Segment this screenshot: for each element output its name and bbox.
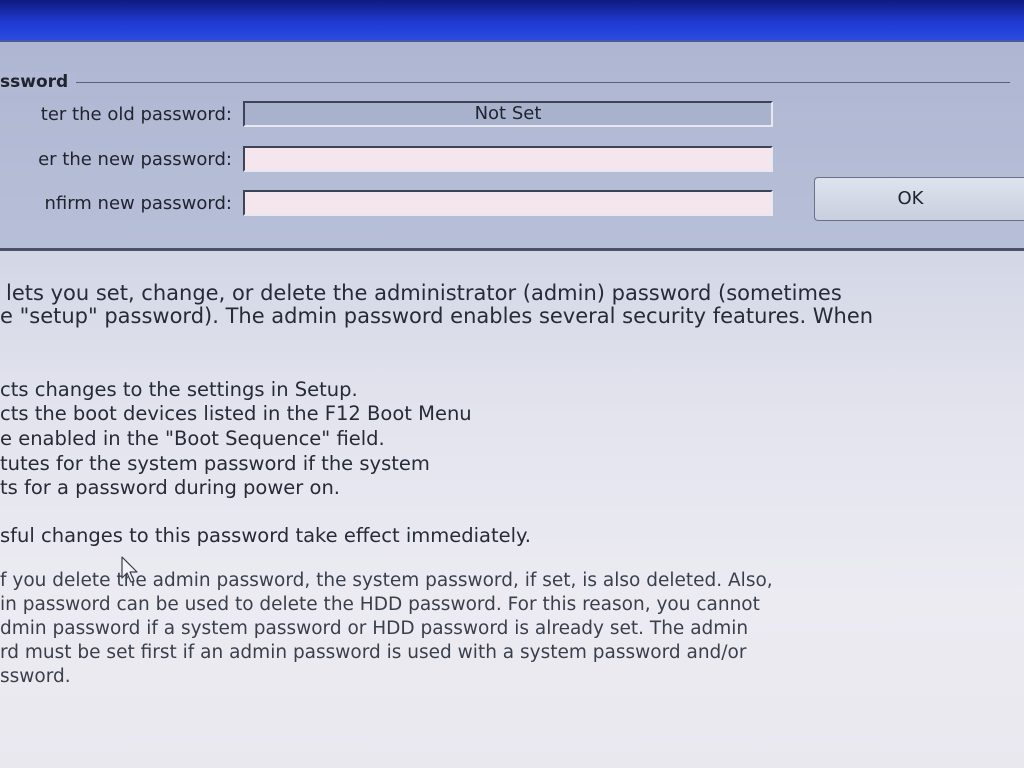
- bios-setup-screen: ssword ter the old password: Not Set er …: [0, 0, 1024, 768]
- help-warning-line: rd must be set first if an admin passwor…: [0, 642, 747, 663]
- help-warning-line: f you delete the admin password, the sys…: [0, 570, 773, 591]
- help-feature-line: e enabled in the "Boot Sequence" field.: [0, 427, 385, 450]
- new-password-label: er the new password:: [0, 149, 232, 170]
- help-intro-line: e "setup" password). The admin password …: [0, 304, 874, 328]
- confirm-password-label: nfirm new password:: [0, 193, 232, 214]
- help-warning-line: in password can be used to delete the HD…: [0, 594, 760, 615]
- new-password-label-text: er the new password:: [38, 149, 232, 170]
- help-feature-line: cts changes to the settings in Setup.: [0, 378, 358, 401]
- group-box-legend: ssword: [0, 72, 77, 92]
- old-password-label-text: ter the old password:: [40, 104, 232, 125]
- help-note-line: sful changes to this password take effec…: [0, 524, 532, 547]
- old-password-field[interactable]: Not Set: [243, 101, 773, 127]
- help-intro-line: lets you set, change, or delete the admi…: [6, 281, 842, 305]
- title-bar: [0, 0, 1024, 42]
- help-feature-line: ts for a password during power on.: [0, 476, 341, 499]
- old-password-label: ter the old password:: [0, 104, 232, 125]
- help-feature-line: cts the boot devices listed in the F12 B…: [0, 402, 472, 425]
- help-warning-line: dmin password if a system password or HD…: [0, 618, 749, 639]
- help-feature-line: tutes for the system password if the sys…: [0, 452, 430, 475]
- mouse-pointer-icon: [121, 556, 138, 583]
- help-warning-line: ssword.: [0, 666, 71, 687]
- ok-button[interactable]: OK: [814, 177, 1024, 221]
- group-box-border: [0, 82, 1010, 83]
- new-password-field[interactable]: [243, 146, 773, 172]
- confirm-password-field[interactable]: [243, 190, 773, 216]
- confirm-password-label-text: nfirm new password:: [44, 193, 232, 214]
